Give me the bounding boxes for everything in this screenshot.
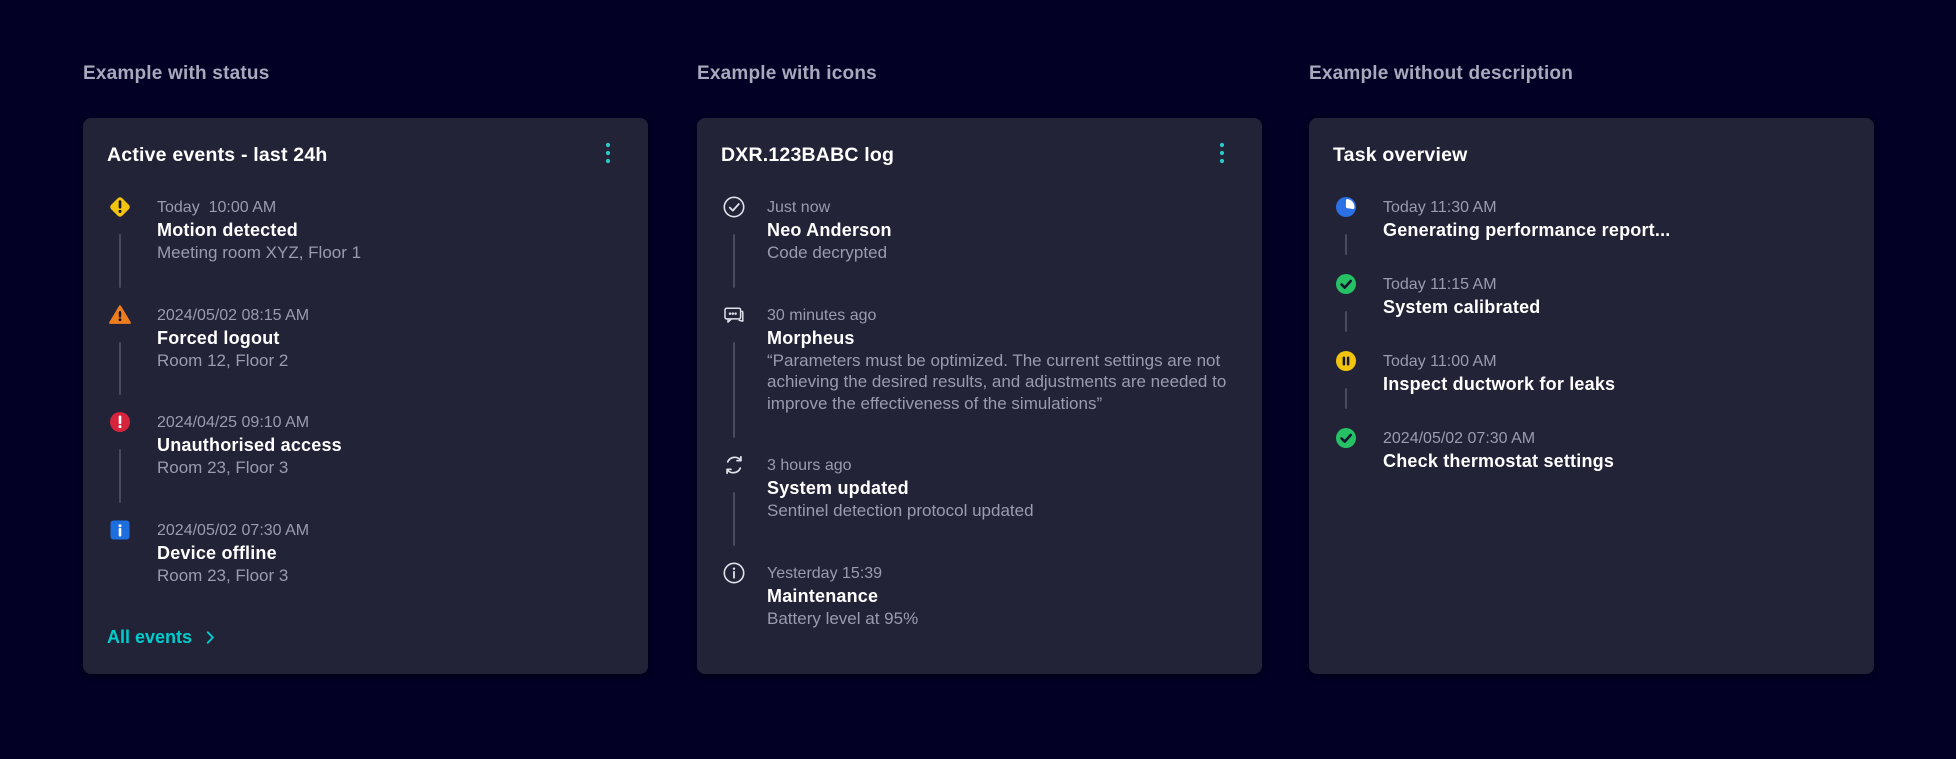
- event-description: Battery level at 95%: [767, 608, 919, 628]
- timeline-item: 2024/04/25 09:10 AM Unauthorised access Ro…: [107, 412, 624, 503]
- section-example-with-status: Example with status Active events - last…: [83, 62, 648, 674]
- section-example-with-icons: Example with icons DXR.123BABC log Just …: [697, 62, 1262, 674]
- timeline-item: 3 hours ago System updated Sentinel detect…: [721, 455, 1238, 546]
- event-timestamp: Today 11:00 AM: [1383, 353, 1497, 370]
- timeline-connector: [119, 341, 121, 395]
- event-timestamp: 3 hours ago: [767, 457, 852, 474]
- event-title: Generating performance report...: [1383, 220, 1671, 240]
- event-timestamp: 30 minutes ago: [767, 306, 877, 324]
- timeline-item: 30 minutes ago Morpheus “Parameters must b…: [721, 305, 1238, 438]
- event-timestamp: Today 11:30 AM: [1383, 199, 1497, 216]
- event-timestamp: 2024/05/02 07:30 AM: [157, 521, 310, 539]
- event-title: Inspect ductwork for leaks: [1383, 374, 1616, 394]
- kebab-menu-icon[interactable]: [594, 138, 622, 168]
- event-description: Room 23, Floor 3: [157, 565, 289, 585]
- timeline-item: Today 11:30 AM Generating performance rep…: [1333, 197, 1850, 255]
- timeline-item: Today 10:00 AM Motion detected Meeting roo…: [107, 197, 624, 288]
- event-description: Room 23, Floor 3: [157, 458, 289, 477]
- timeline-item: 2024/05/02 07:30 AM Device offline Room 23…: [107, 520, 624, 587]
- event-title: System updated: [767, 478, 909, 498]
- section-label: Example without description: [1309, 63, 1574, 84]
- timeline-card-task-overview: Task overview Today 11:30 AM Generating p…: [1309, 118, 1874, 674]
- timeline-item: 2024/05/02 07:30 AM Check thermostat sett…: [1333, 428, 1850, 472]
- event-timestamp: 2024/04/25 09:10 AM: [157, 414, 310, 431]
- event-timestamp: Today 10:00 AM: [157, 199, 277, 216]
- timeline-item-content: 2024/05/02 07:30 AM Check thermostat sett…: [1383, 428, 1850, 472]
- event-title: Maintenance: [767, 585, 879, 606]
- event-title: Device offline: [157, 542, 277, 563]
- timeline-item: Today 11:15 AM System calibrated: [1333, 274, 1850, 332]
- timeline-connector: [1345, 388, 1347, 409]
- event-title: Motion detected: [157, 220, 298, 240]
- timeline-item: Today 11:00 AM Inspect ductwork for leaks: [1333, 351, 1850, 409]
- event-description: Meeting room XYZ, Floor 1: [157, 243, 362, 262]
- chevron-right-icon: [206, 630, 214, 644]
- timeline-item-content: Today 11:00 AM Inspect ductwork for leaks: [1383, 351, 1850, 395]
- event-timestamp: Yesterday 15:39: [767, 564, 883, 582]
- timeline-card-log: DXR.123BABC log Just now Neo Anderson Code…: [697, 118, 1262, 674]
- event-title: System calibrated: [1383, 297, 1541, 317]
- timeline-item-content: Today 11:30 AM Generating performance rep…: [1383, 197, 1850, 241]
- timeline-item-content: Just now Neo Anderson Code decrypted: [767, 197, 1238, 264]
- event-timestamp: 2024/05/02 08:15 AM: [157, 306, 310, 324]
- event-description: Sentinel detection protocol updated: [767, 501, 1034, 520]
- timeline-item-content: 2024/05/02 07:30 AM Device offline Room 23…: [157, 520, 624, 587]
- timeline-item-content: 2024/04/25 09:10 AM Unauthorised access Ro…: [157, 412, 624, 479]
- timeline-item-content: 2024/05/02 08:15 AM Forced logout Room 12,…: [157, 305, 624, 372]
- timeline-connector: [733, 234, 735, 288]
- all-events-label: All events: [107, 627, 193, 647]
- card-title: Active events - last 24h: [107, 144, 328, 166]
- card-title: Task overview: [1333, 144, 1468, 166]
- timeline: Just now Neo Anderson Code decrypted 30 min…: [721, 196, 1238, 630]
- event-description: “Parameters must be optimized. The curre…: [767, 350, 1227, 413]
- kebab-menu-icon[interactable]: [1208, 138, 1236, 168]
- timeline-item-content: 3 hours ago System updated Sentinel detect…: [767, 455, 1238, 522]
- success-icon: [1333, 428, 1359, 472]
- section-label: Example with icons: [697, 63, 877, 84]
- section-example-without-description: Example without description Task overvie…: [1309, 62, 1874, 674]
- timeline-card-active-events: Active events - last 24h Today 10:00 AM M…: [83, 118, 648, 674]
- timeline-item: 2024/05/02 08:15 AM Forced logout Room 12,…: [107, 304, 624, 395]
- timeline-connector: [119, 234, 121, 288]
- timeline-item: Yesterday 15:39 Maintenance Battery level …: [721, 562, 1238, 630]
- timeline-item-content: Today 11:15 AM System calibrated: [1383, 274, 1850, 318]
- card-title: DXR.123BABC log: [721, 144, 895, 166]
- event-title: Check thermostat settings: [1383, 451, 1615, 471]
- timeline-item: Just now Neo Anderson Code decrypted: [721, 196, 1238, 288]
- event-title: Unauthorised access: [157, 435, 342, 455]
- event-description: Code decrypted: [767, 243, 888, 262]
- page: Example with status Active events - last…: [0, 0, 1956, 759]
- timeline-item-content: Today 10:00 AM Motion detected Meeting roo…: [157, 197, 624, 264]
- timeline-item-content: 30 minutes ago Morpheus “Parameters must b…: [767, 305, 1238, 415]
- event-title: Forced logout: [157, 327, 280, 348]
- section-label: Example with status: [83, 63, 270, 84]
- timeline: Today 11:30 AM Generating performance rep…: [1333, 197, 1850, 472]
- event-title: Morpheus: [767, 327, 855, 348]
- info-circle-icon: [721, 562, 747, 630]
- event-title: Neo Anderson: [767, 220, 892, 240]
- timeline-connector: [1345, 234, 1347, 255]
- event-description: Room 12, Floor 2: [157, 350, 289, 370]
- timeline: Today 10:00 AM Motion detected Meeting roo…: [107, 197, 624, 586]
- timeline-connector: [733, 492, 735, 546]
- timeline-connector: [1345, 311, 1347, 332]
- timeline-connector: [733, 341, 735, 438]
- info-square-icon: [107, 520, 133, 587]
- timeline-connector: [119, 449, 121, 503]
- all-events-link[interactable]: All events: [107, 626, 215, 650]
- event-timestamp: Today 11:15 AM: [1383, 276, 1497, 293]
- timeline-item-content: Yesterday 15:39 Maintenance Battery level …: [767, 563, 1238, 630]
- event-timestamp: Just now: [767, 199, 831, 216]
- event-timestamp: 2024/05/02 07:30 AM: [1383, 430, 1536, 447]
